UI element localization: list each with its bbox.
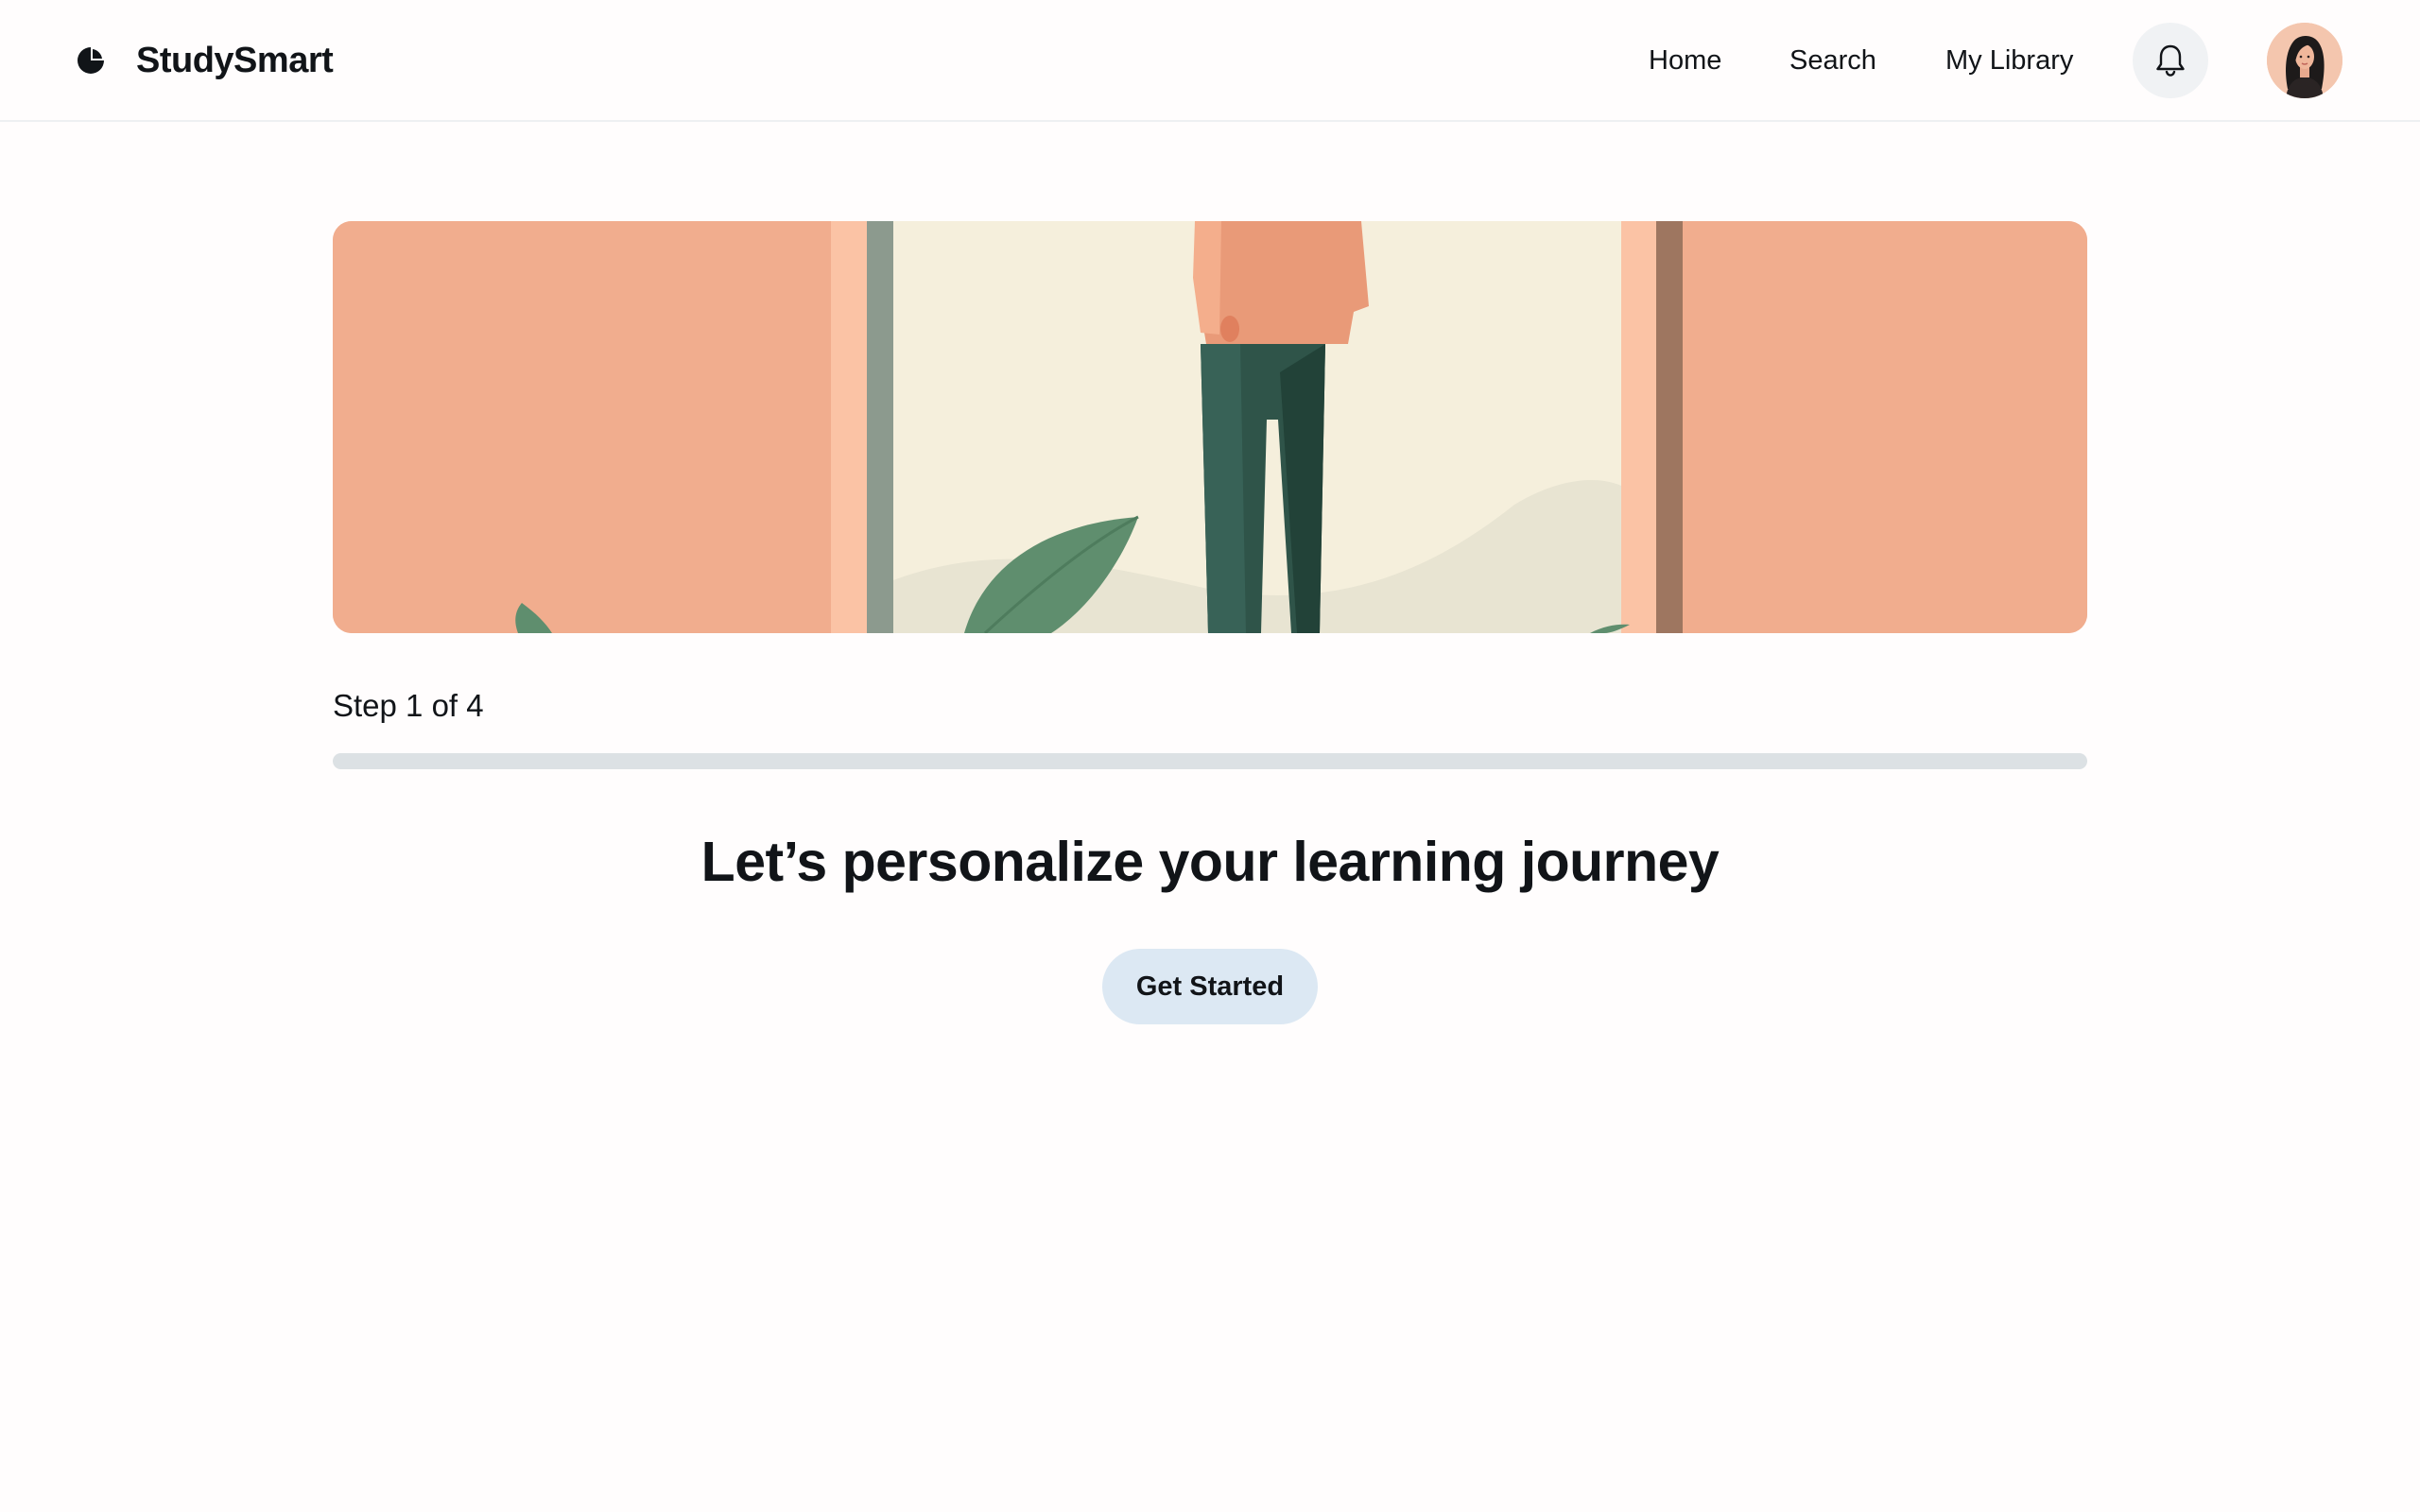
page-title: Let’s personalize your learning journey: [700, 831, 1720, 893]
nav-search-link[interactable]: Search: [1789, 45, 1876, 77]
bell-icon: [2156, 44, 2185, 77]
hero-illustration: [333, 221, 2087, 633]
nav-home-link[interactable]: Home: [1649, 45, 1721, 77]
onboarding-progress-bar: [333, 753, 2087, 769]
get-started-button[interactable]: Get Started: [1102, 949, 1318, 1024]
studysmart-logo-icon: [78, 47, 104, 74]
hero-illustration-art: [333, 221, 2087, 633]
notifications-button[interactable]: [2133, 23, 2208, 98]
app-name: StudySmart: [136, 40, 334, 80]
nav-my-library-link[interactable]: My Library: [1945, 45, 2073, 77]
user-avatar-image: [2267, 23, 2342, 98]
step-indicator: Step 1 of 4: [333, 688, 484, 723]
top-header: StudySmart Home Search My Library: [0, 0, 2420, 122]
user-avatar[interactable]: [2267, 23, 2342, 98]
brand[interactable]: StudySmart: [76, 38, 334, 83]
